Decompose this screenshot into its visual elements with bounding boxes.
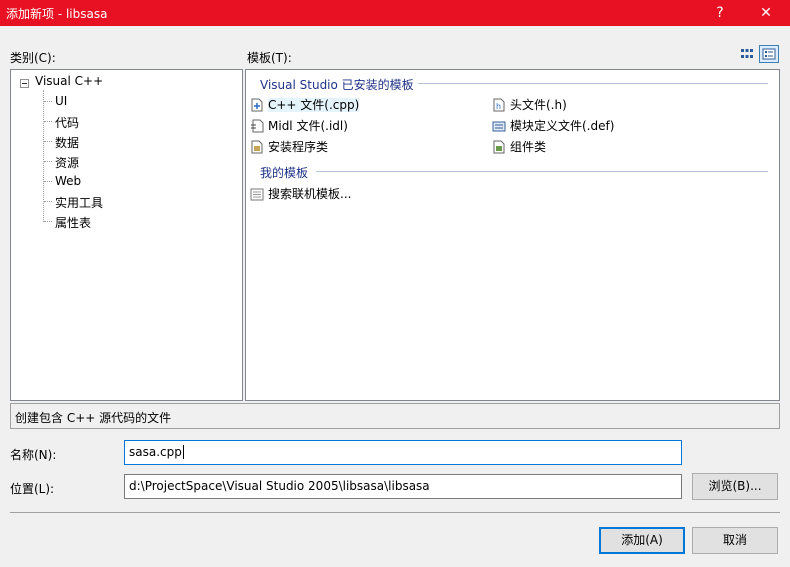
component-class-icon [493,140,505,154]
separator [10,512,780,513]
template-midl-file[interactable]: Midl 文件(.idl) [250,117,348,135]
help-button[interactable]: ? [702,0,738,26]
name-input[interactable]: sasa.cpp [124,440,682,465]
add-button[interactable]: 添加(A) [599,527,685,554]
tree-node-visual-cpp[interactable]: Visual C++ [35,74,103,88]
small-icons-view-button[interactable] [759,45,779,63]
template-installer-class[interactable]: 安装程序类 [250,138,328,156]
template-cpp-file[interactable]: C++ 文件(.cpp) [250,96,360,114]
installed-templates-header: Visual Studio 已安装的模板 [260,78,414,92]
collapse-toggle-icon[interactable] [20,79,29,88]
title-bar: 添加新项 - libsasa ? ✕ [0,0,790,26]
template-module-definition-file[interactable]: 模块定义文件(.def) [492,117,614,135]
tree-guide-line [43,90,44,222]
template-description: 创建包含 C++ 源代码的文件 [10,403,780,429]
tree-node-utility[interactable]: 实用工具 [55,194,103,211]
template-header-file[interactable]: h 头文件(.h) [492,96,567,114]
my-templates-header: 我的模板 [260,166,309,180]
description-text: 创建包含 C++ 源代码的文件 [15,411,172,425]
categories-label: 类别(C): [10,51,56,65]
template-list[interactable]: Visual Studio 已安装的模板 C++ 文件(.cpp) h 头文件(… [245,69,780,401]
tree-node-data[interactable]: 数据 [55,134,79,151]
def-file-icon [492,121,506,132]
tree-node-code[interactable]: 代码 [55,114,79,131]
large-icons-view-button[interactable] [737,45,757,63]
header-file-icon: h [493,98,505,112]
tree-node-web[interactable]: Web [55,174,81,188]
large-icons-icon [741,49,753,58]
template-search-online[interactable]: 搜索联机模板... [250,185,351,203]
tree-node-property-sheets[interactable]: 属性表 [55,214,91,231]
templates-label: 模板(T): [247,51,292,65]
close-button[interactable]: ✕ [748,0,784,26]
text-caret [182,445,184,459]
svg-text:h: h [496,102,501,111]
midl-file-icon [251,119,264,133]
template-component-class[interactable]: 组件类 [492,138,546,156]
location-label: 位置(L): [10,482,55,496]
tree-node-resource[interactable]: 资源 [55,154,79,171]
location-input[interactable]: d:\ProjectSpace\Visual Studio 2005\libsa… [124,474,682,499]
name-label: 名称(N): [10,448,57,462]
window-title: 添加新项 - libsasa [6,7,108,21]
cpp-file-icon [251,98,263,112]
category-tree[interactable]: Visual C++ UI 代码 数据 资源 Web 实用工具 属性表 [10,69,243,401]
list-view-icon [762,48,776,60]
search-online-icon [250,188,264,201]
cancel-button[interactable]: 取消 [692,527,778,554]
tree-node-ui[interactable]: UI [55,94,67,108]
installer-class-icon [251,140,263,154]
browse-button[interactable]: 浏览(B)... [692,473,778,500]
